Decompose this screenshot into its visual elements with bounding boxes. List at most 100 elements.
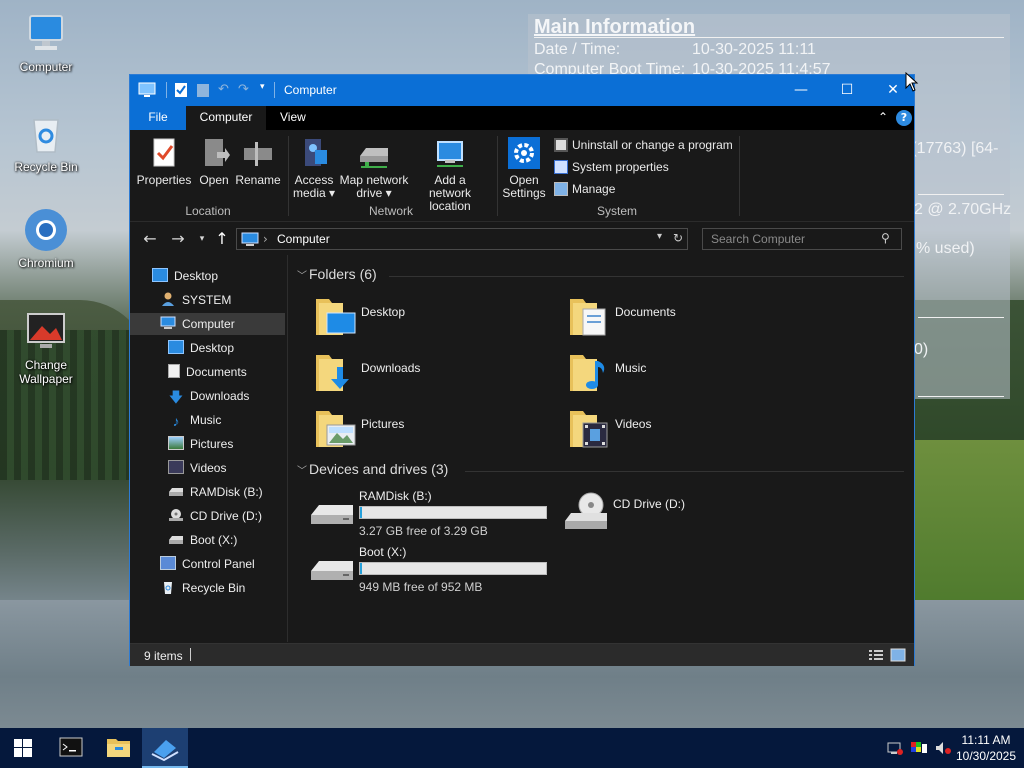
music-icon: ♪: [172, 413, 180, 429]
desktop-icon-recycle-bin[interactable]: Recycle Bin: [6, 110, 86, 174]
access-media-button[interactable]: Access media ▾: [292, 136, 336, 200]
nav-item-cd-drive[interactable]: CD Drive (D:): [130, 505, 287, 527]
open-settings-button[interactable]: Open Settings: [502, 136, 546, 200]
folder-downloads[interactable]: Downloads: [315, 351, 565, 401]
drive-label: RAMDisk (B:): [359, 489, 432, 503]
desktop-icon-computer[interactable]: Computer: [6, 10, 86, 74]
undo-icon[interactable]: ↶: [218, 82, 229, 98]
nav-item-documents[interactable]: Documents: [130, 361, 287, 383]
open-button[interactable]: Open: [194, 136, 234, 187]
up-arrow-icon[interactable]: ↑: [212, 229, 232, 249]
desktop-icon-change-wallpaper[interactable]: Change Wallpaper: [6, 308, 86, 386]
taskbar-computer-window-button[interactable]: [142, 728, 188, 768]
downloads-folder-icon: [315, 351, 357, 395]
hard-drive-icon: [309, 557, 355, 583]
properties-button[interactable]: Properties: [136, 136, 192, 187]
folder-documents[interactable]: Documents: [569, 295, 819, 345]
map-network-drive-button[interactable]: Map network drive ▾: [338, 136, 410, 200]
network-location-icon: [433, 136, 467, 170]
folders-section-header[interactable]: ﹀ Folders (6): [297, 266, 377, 282]
recent-locations-chevron-icon[interactable]: ▾: [192, 229, 212, 249]
customize-qat-chevron-icon[interactable]: ▾: [260, 82, 265, 98]
info-divider: [918, 396, 1004, 397]
nav-item-music[interactable]: ♪ Music: [130, 409, 287, 431]
tab-computer[interactable]: Computer: [186, 106, 266, 130]
display-tray-icon[interactable]: [910, 740, 928, 768]
nav-item-system[interactable]: SYSTEM: [130, 289, 287, 311]
content-area: ﹀ Folders (6) Desktop Documents Downloads: [289, 255, 914, 642]
ribbon-tabs: File Computer View ⌃ ?: [130, 106, 914, 130]
drive-cd[interactable]: CD Drive (D:): [563, 487, 813, 539]
back-arrow-icon[interactable]: ←: [140, 229, 160, 249]
open-settings-label-2: Settings: [502, 186, 546, 200]
address-dropdown-chevron-icon[interactable]: ▾: [657, 231, 662, 242]
search-input[interactable]: Search Computer ⚲: [702, 228, 902, 250]
taskbar-file-explorer-button[interactable]: [96, 728, 142, 768]
desktop-icon: [152, 268, 168, 282]
nav-item-label: RAMDisk (B:): [190, 485, 263, 499]
start-button[interactable]: [0, 728, 46, 768]
nav-item-computer[interactable]: Computer: [130, 313, 285, 335]
ribbon-separator: [288, 136, 289, 216]
info-fragment: % used): [916, 240, 975, 257]
map-drive-label-2: drive ▾: [356, 186, 392, 200]
large-icons-view-icon[interactable]: [890, 648, 906, 665]
nav-item-recycle-bin[interactable]: Recycle Bin: [130, 577, 287, 599]
recycle-bin-icon: [160, 579, 176, 594]
minimize-button[interactable]: —: [778, 75, 824, 106]
desktop-icon-chromium[interactable]: Chromium: [6, 206, 86, 270]
refresh-icon[interactable]: ↻: [673, 231, 683, 245]
explorer-window: ↶ ↷ ▾ Computer — ☐ ✕ File Computer View …: [129, 74, 915, 666]
title-bar[interactable]: ↶ ↷ ▾ Computer — ☐ ✕: [130, 75, 914, 106]
properties-label: Properties: [136, 173, 192, 187]
forward-arrow-icon[interactable]: →: [168, 229, 188, 249]
drive-boot[interactable]: Boot (X:) 949 MB free of 952 MB: [309, 543, 559, 595]
collapse-ribbon-chevron-icon[interactable]: ⌃: [866, 106, 900, 130]
info-title: Main Information: [534, 16, 696, 38]
taskbar-terminal-button[interactable]: [48, 728, 94, 768]
folder-pictures[interactable]: Pictures: [315, 407, 565, 457]
nav-item-control-panel[interactable]: Control Panel: [130, 553, 287, 575]
nav-item-desktop[interactable]: Desktop: [130, 265, 287, 287]
folder-music[interactable]: Music: [569, 351, 819, 401]
tab-file[interactable]: File: [130, 106, 186, 130]
folder-desktop[interactable]: Desktop: [315, 295, 565, 345]
uninstall-program-button[interactable]: Uninstall or change a program: [554, 138, 733, 152]
new-folder-qat-icon[interactable]: [196, 82, 210, 98]
open-label: Open: [199, 173, 229, 187]
maximize-button[interactable]: ☐: [824, 75, 870, 106]
nav-item-ramdisk[interactable]: RAMDisk (B:): [130, 481, 287, 503]
rename-button[interactable]: Rename: [234, 136, 282, 187]
add-network-location-button[interactable]: Add a network location: [412, 136, 488, 213]
uninstall-icon: [554, 138, 568, 152]
details-view-icon[interactable]: [868, 648, 884, 665]
drive-icon: [168, 531, 184, 545]
system-clock[interactable]: 11:11 AM 10/30/2025: [950, 732, 1022, 764]
nav-item-videos[interactable]: Videos: [130, 457, 287, 479]
search-placeholder: Search Computer: [711, 232, 806, 246]
redo-icon[interactable]: ↷: [238, 82, 249, 98]
desktop-icon-label: Recycle Bin: [14, 160, 78, 174]
nav-item-downloads[interactable]: 🡇 Downloads: [130, 385, 287, 407]
nav-item-label: Boot (X:): [190, 533, 238, 547]
manage-button[interactable]: Manage: [554, 182, 615, 196]
user-icon: [160, 291, 176, 306]
settings-gear-icon: [507, 136, 541, 170]
tab-view[interactable]: View: [268, 106, 318, 130]
drive-ramdisk[interactable]: RAMDisk (B:) 3.27 GB free of 3.29 GB: [309, 487, 559, 539]
folder-videos[interactable]: Videos: [569, 407, 819, 457]
nav-item-desktop-sub[interactable]: Desktop: [130, 337, 287, 359]
system-properties-button[interactable]: System properties: [554, 160, 669, 174]
properties-qat-icon[interactable]: [174, 82, 188, 98]
address-bar[interactable]: › Computer ▾ ↻: [236, 228, 688, 250]
window-title: Computer: [284, 83, 337, 97]
network-tray-icon[interactable]: [886, 740, 904, 768]
system-properties-icon: [554, 160, 568, 174]
help-icon[interactable]: ?: [896, 110, 912, 126]
nav-item-pictures[interactable]: Pictures: [130, 433, 287, 455]
status-bar: 9 items: [130, 643, 914, 666]
manage-label: Manage: [572, 182, 616, 196]
drives-section-header[interactable]: ﹀ Devices and drives (3): [297, 461, 448, 477]
desktop-icon: [168, 340, 184, 354]
nav-item-boot[interactable]: Boot (X:): [130, 529, 287, 551]
